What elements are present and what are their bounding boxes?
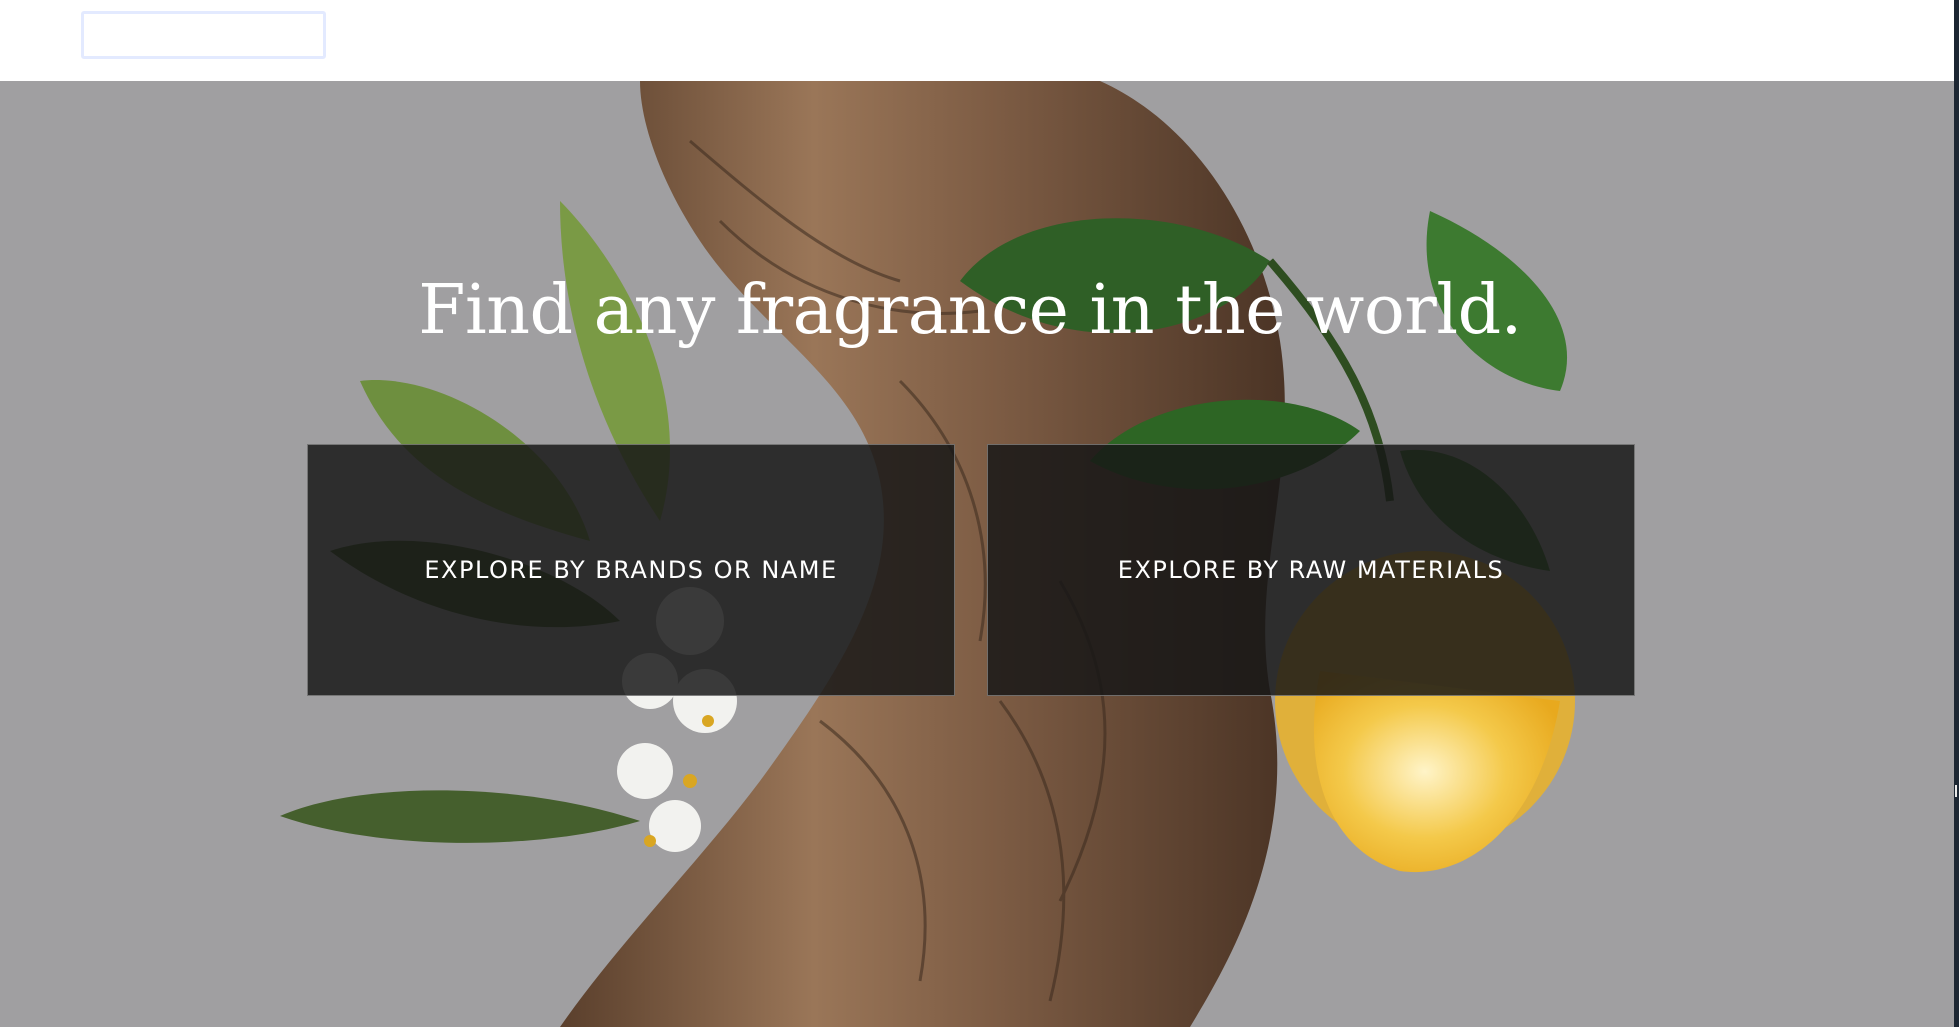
- explore-by-brands-button[interactable]: EXPLORE BY BRANDS OR NAME: [307, 444, 955, 696]
- explore-by-raw-materials-label: EXPLORE BY RAW MATERIALS: [1117, 556, 1505, 584]
- search-input[interactable]: [81, 11, 326, 59]
- hero-background-image: [0, 81, 1954, 1027]
- hero-title: Find any fragrance in the world.: [418, 271, 1522, 350]
- explore-by-raw-materials-button[interactable]: EXPLORE BY RAW MATERIALS: [987, 444, 1635, 696]
- scrollbar-track[interactable]: [1954, 0, 1959, 1027]
- hero-section: Find any fragrance in the world. EXPLORE…: [0, 81, 1954, 1027]
- explore-by-brands-label: EXPLORE BY BRANDS OR NAME: [424, 556, 838, 584]
- top-bar: [0, 0, 1959, 81]
- scrollbar-thumb[interactable]: [1955, 785, 1957, 797]
